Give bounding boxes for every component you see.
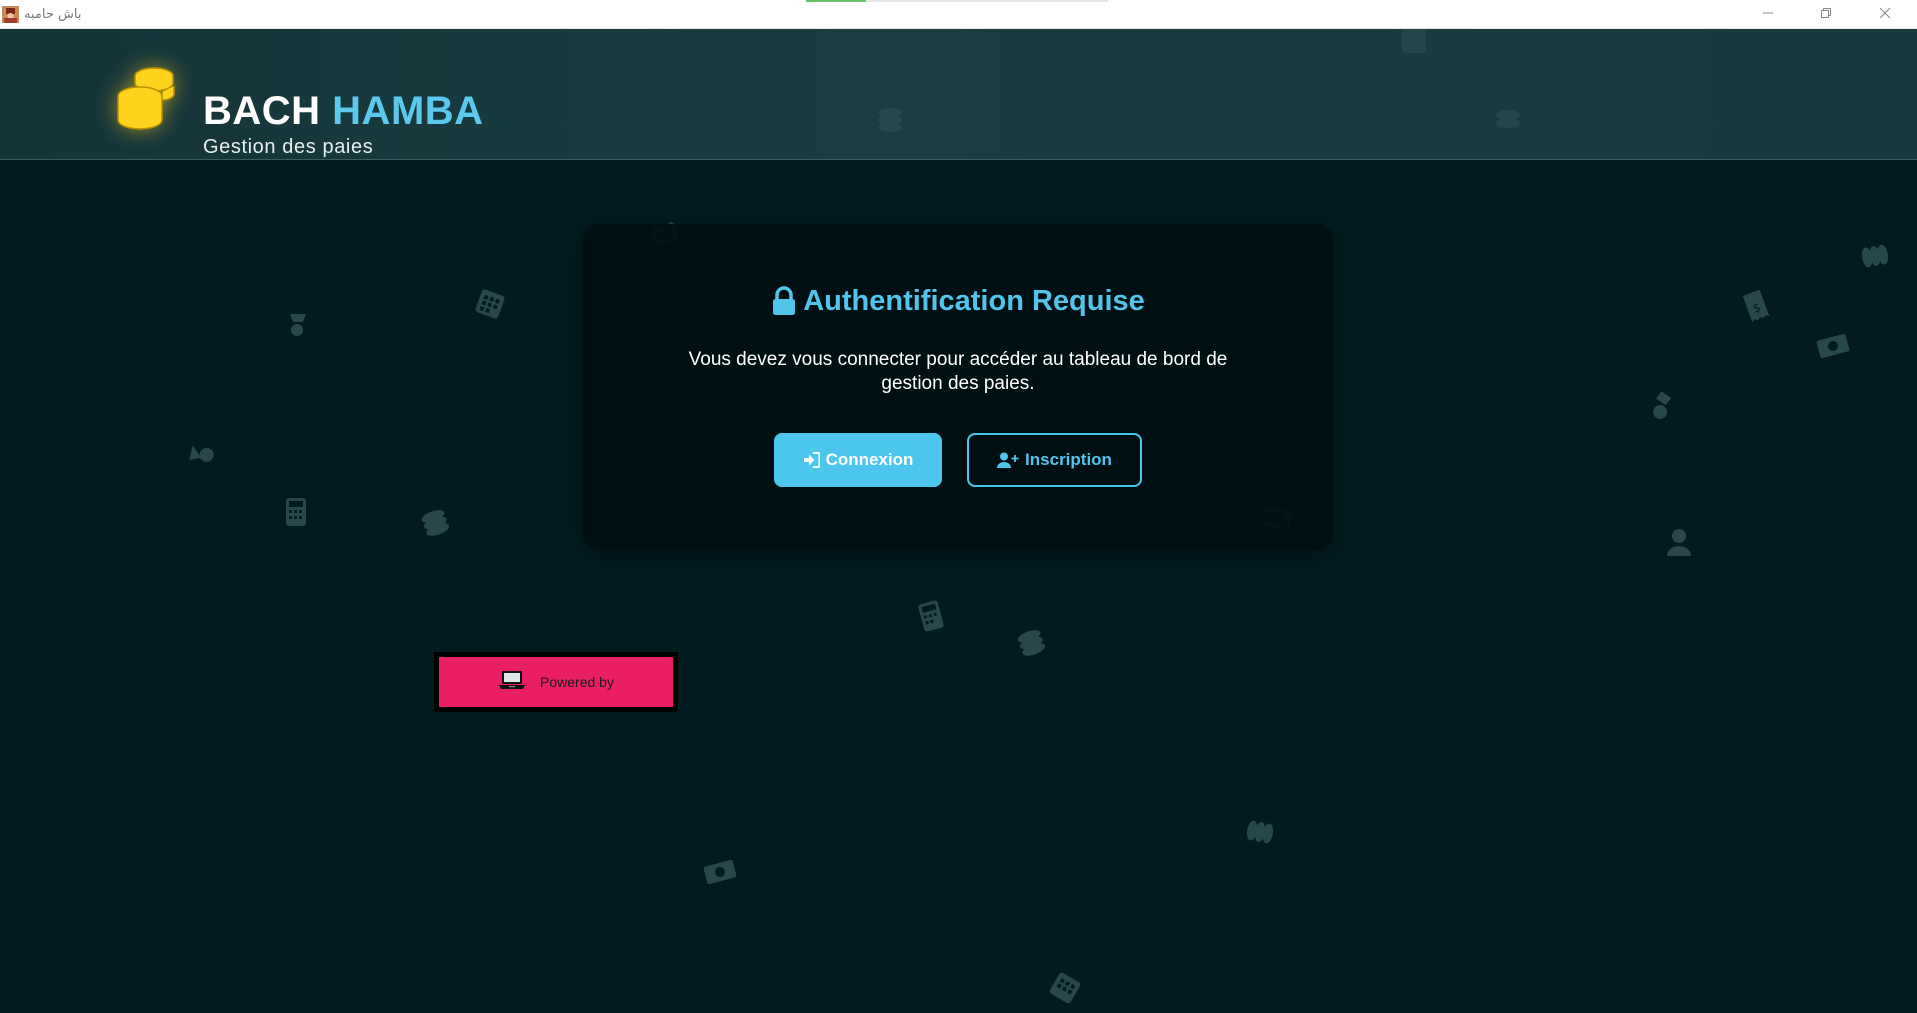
money-bill-icon — [1811, 324, 1855, 368]
calculator-icon — [1396, 29, 1432, 59]
coins-icon — [1239, 811, 1281, 853]
powered-by-badge[interactable]: Powered by — [434, 652, 678, 712]
coins-icon — [112, 62, 182, 132]
coins-icon — [872, 101, 908, 137]
calculator-icon — [909, 594, 953, 638]
restore-button[interactable] — [1803, 0, 1849, 29]
window-titlebar: باش حامبه — [0, 0, 1917, 29]
brand-name-part1: BACH — [203, 89, 321, 133]
receipt-icon: $ — [1733, 283, 1779, 329]
coins-icon — [1008, 619, 1054, 665]
close-button[interactable] — [1862, 0, 1908, 29]
users-icon — [179, 431, 221, 473]
login-button-label: Connexion — [825, 450, 914, 469]
lock-icon — [771, 286, 797, 316]
coins-icon — [412, 499, 458, 545]
auth-message: Vous devez vous connecter pour accéder a… — [688, 349, 1228, 394]
minimize-button[interactable] — [1745, 0, 1791, 29]
brand-name-part2: HAMBA — [332, 89, 484, 133]
register-button[interactable]: Inscription — [967, 433, 1142, 487]
brand-subtitle: Gestion des paies — [203, 136, 374, 158]
auth-heading: Authentification Requise — [583, 284, 1333, 318]
register-button-label: Inscription — [1025, 450, 1112, 469]
calculator-icon — [1040, 963, 1089, 1012]
user-icon — [1661, 524, 1697, 560]
restore-icon — [1820, 6, 1832, 24]
users-icon — [1639, 380, 1687, 428]
money-bill-icon — [698, 850, 742, 894]
brand-title: BACH HAMBA — [203, 89, 484, 133]
powered-by-inner: Powered by — [439, 657, 673, 707]
user-icon — [280, 306, 316, 342]
laptop-icon — [498, 669, 526, 696]
calculator-icon — [278, 494, 314, 530]
auth-card: Authentification Requise Vous devez vous… — [583, 224, 1333, 550]
user-plus-icon — [997, 452, 1019, 468]
sign-in-icon — [803, 452, 820, 468]
loading-progress-fill — [806, 0, 867, 2]
powered-by-label: Powered by — [540, 674, 614, 690]
minimize-icon — [1762, 6, 1774, 24]
calculator-icon — [467, 281, 513, 327]
app-header: BACH HAMBA Gestion des paies — [0, 29, 1917, 160]
close-icon — [1879, 6, 1891, 24]
window-title: باش حامبه — [24, 7, 82, 22]
login-button[interactable]: Connexion — [774, 433, 942, 487]
app-logo-icon — [2, 6, 19, 23]
loading-progress-bar — [806, 0, 1108, 2]
coins-icon — [1854, 235, 1896, 277]
coins-icon — [1490, 101, 1526, 137]
auth-title: Authentification Requise — [803, 285, 1145, 317]
